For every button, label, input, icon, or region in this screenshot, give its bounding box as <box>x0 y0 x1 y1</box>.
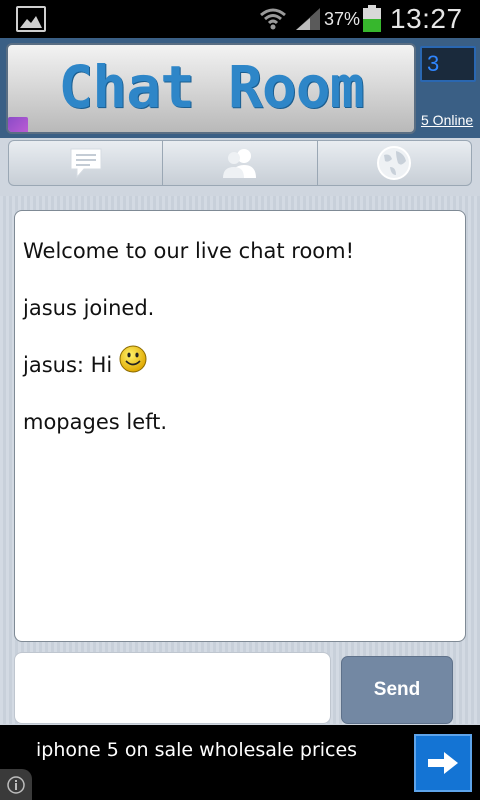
online-users-link[interactable]: 5 Online <box>421 112 473 128</box>
chat-message-text: mopages left. <box>23 409 168 434</box>
chat-message-text: jasus: Hi <box>23 352 113 377</box>
chat-message-text: jasus joined. <box>23 295 155 320</box>
chat-message: mopages left. <box>23 404 457 439</box>
signal-icon <box>296 8 320 30</box>
app-badge-icon <box>8 117 28 132</box>
room-count-box[interactable]: 3 <box>420 46 476 82</box>
chat-message: jasus: Hi <box>23 345 457 382</box>
clock: 13:27 <box>390 3 463 34</box>
battery-icon <box>363 5 381 32</box>
chat-bubble-icon <box>70 148 102 179</box>
chat-messages[interactable]: Welcome to our live chat room! jasus joi… <box>14 210 466 642</box>
battery-percent: 37% <box>324 9 361 29</box>
chat-message: jasus joined. <box>23 290 457 325</box>
send-button[interactable]: Send <box>341 656 453 724</box>
tab-users[interactable] <box>163 141 318 185</box>
gallery-icon <box>16 6 46 32</box>
chat-message: Welcome to our live chat room! <box>23 233 457 268</box>
chat-content: Welcome to our live chat room! jasus joi… <box>0 196 480 724</box>
ad-text[interactable]: iphone 5 on sale wholesale prices <box>36 739 357 761</box>
chat-room-banner: Chat Room <box>6 43 416 134</box>
tab-rooms[interactable] <box>318 141 471 185</box>
globe-icon <box>377 146 412 180</box>
wifi-icon <box>260 8 286 30</box>
info-icon[interactable] <box>0 769 32 800</box>
ad-banner[interactable]: iphone 5 on sale wholesale prices <box>0 725 480 800</box>
app-header: Chat Room 3 5 Online <box>0 38 480 138</box>
app-title: Chat Room <box>58 53 364 121</box>
users-icon <box>222 149 256 178</box>
message-input[interactable] <box>14 652 331 724</box>
status-bar: 37% 13:27 <box>0 0 480 38</box>
tab-chat[interactable] <box>9 141 164 185</box>
tab-bar <box>8 140 472 186</box>
smiley-icon <box>119 345 147 372</box>
chat-message-text: Welcome to our live chat room! <box>23 238 355 263</box>
arrow-right-icon[interactable] <box>414 734 472 792</box>
